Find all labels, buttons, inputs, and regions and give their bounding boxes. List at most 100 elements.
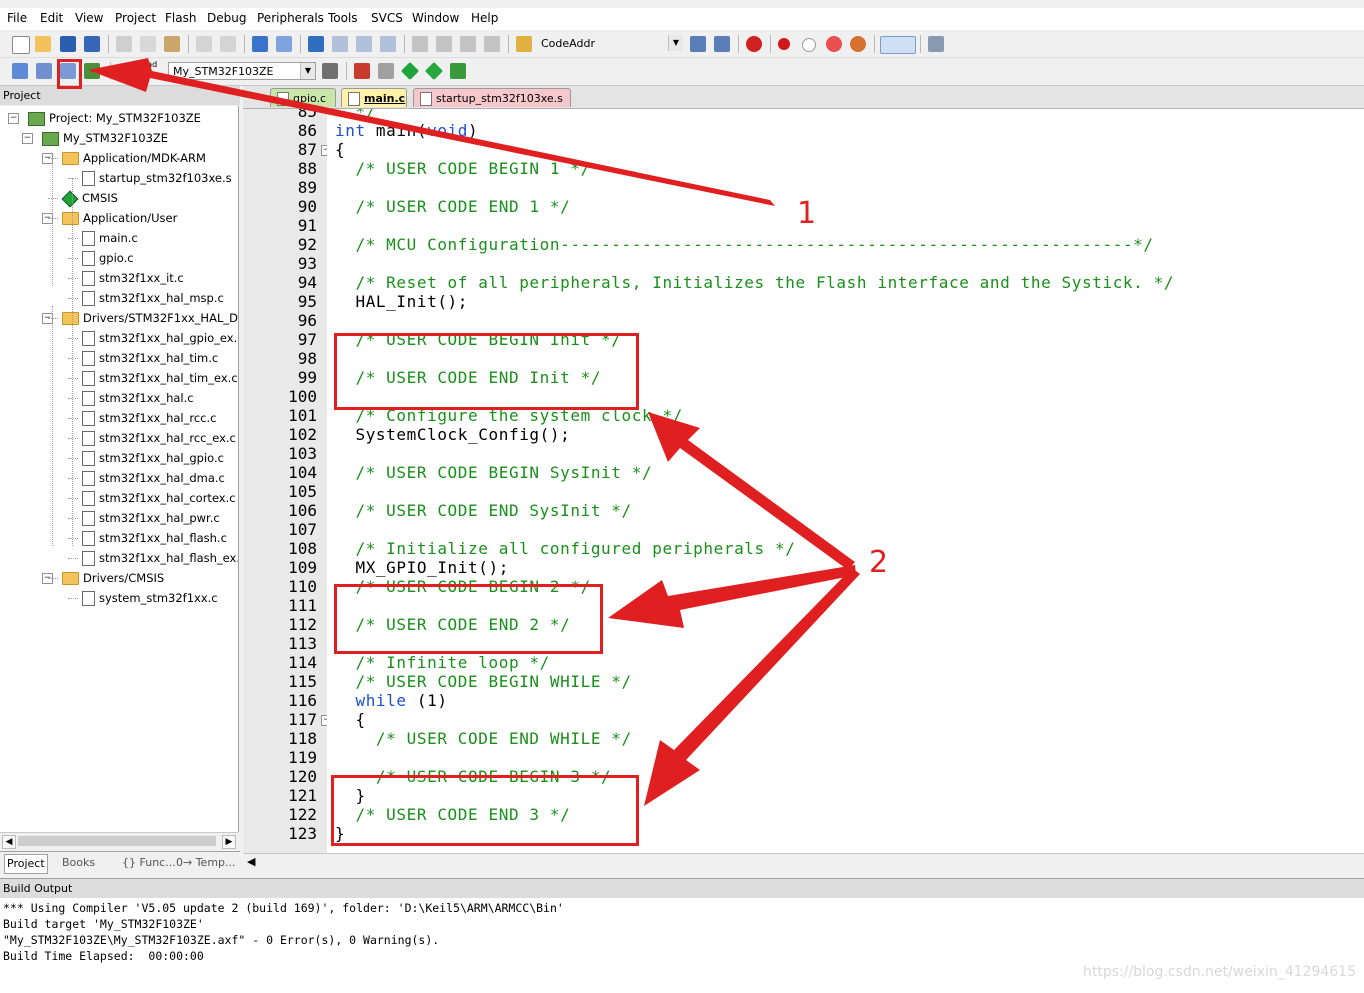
debug-start-icon[interactable]: [746, 36, 762, 52]
menu-view[interactable]: View: [75, 11, 103, 25]
tab-functions[interactable]: {} Func...: [122, 854, 176, 872]
tree-file-item[interactable]: stm32f1xx_hal_gpio.c: [82, 448, 224, 468]
breakpoint-clear-icon[interactable]: [850, 36, 866, 52]
tree-file-item[interactable]: stm32f1xx_hal_cortex.c: [82, 488, 236, 508]
tree-folder-item[interactable]: Application/User: [62, 208, 177, 228]
tree-file-item[interactable]: stm32f1xx_hal_rcc.c: [82, 408, 216, 428]
editor-tab-gpio-c[interactable]: gpio.c: [270, 88, 336, 107]
configure-icon[interactable]: [928, 36, 944, 52]
find-combo[interactable]: CodeAddr ▼: [536, 34, 684, 52]
code-line[interactable]: /* USER CODE BEGIN WHILE */: [335, 672, 632, 691]
find-in-files-icon[interactable]: [516, 36, 532, 52]
window-layout-icon[interactable]: [880, 36, 916, 54]
bookmark-icon[interactable]: [308, 36, 324, 52]
editor-tab-main-c[interactable]: main.c: [341, 88, 407, 107]
code-line[interactable]: /* Infinite loop */: [335, 653, 550, 672]
code-line[interactable]: HAL_Init();: [335, 292, 468, 311]
collapse-icon[interactable]: −: [8, 113, 19, 124]
code-line[interactable]: /* USER CODE BEGIN SysInit */: [335, 463, 652, 482]
tree-file-item[interactable]: startup_stm32f103xe.s: [82, 168, 232, 188]
tree-file-item[interactable]: stm32f1xx_hal_msp.c: [82, 288, 224, 308]
bookmark-clear-icon[interactable]: [380, 36, 396, 52]
code-line[interactable]: while (1): [335, 691, 448, 710]
manage-components-icon[interactable]: [354, 63, 370, 79]
menu-svcs[interactable]: SVCS: [371, 11, 403, 25]
tree-file-item[interactable]: stm32f1xx_hal.c: [82, 388, 194, 408]
batch-build-icon[interactable]: [84, 63, 100, 79]
select-software-packs-icon[interactable]: [450, 63, 466, 79]
nav-forward-icon[interactable]: [276, 36, 292, 52]
target-options-icon[interactable]: [322, 63, 338, 79]
menu-debug[interactable]: Debug: [207, 11, 246, 25]
menu-peripherals[interactable]: Peripherals: [257, 11, 324, 25]
tab-templates[interactable]: 0→ Temp...: [176, 854, 236, 872]
scroll-thumb[interactable]: [18, 836, 216, 846]
unindent-icon[interactable]: [436, 36, 452, 52]
undo-icon[interactable]: [196, 36, 212, 52]
tree-file-item[interactable]: stm32f1xx_hal_tim_ex.c: [82, 368, 238, 388]
open-file-icon[interactable]: [35, 36, 51, 52]
menu-edit[interactable]: Edit: [40, 11, 63, 25]
menu-help[interactable]: Help: [471, 11, 498, 25]
tree-file-item[interactable]: stm32f1xx_hal_rcc_ex.c: [82, 428, 236, 448]
editor-horizontal-scrollbar[interactable]: ◀: [243, 853, 1364, 871]
code-line[interactable]: /* Reset of all peripherals, Initializes…: [335, 273, 1174, 292]
menu-file[interactable]: File: [7, 11, 27, 25]
tree-file-item[interactable]: main.c: [82, 228, 138, 248]
tree-file-item[interactable]: stm32f1xx_hal_flash.c: [82, 528, 227, 548]
code-line[interactable]: /* USER CODE END WHILE */: [335, 729, 632, 748]
code-line[interactable]: {: [335, 710, 366, 729]
breakpoint-disable-icon[interactable]: [802, 38, 816, 52]
tree-file-item[interactable]: gpio.c: [82, 248, 134, 268]
new-file-icon[interactable]: [12, 36, 30, 54]
tree-root-item[interactable]: Project: My_STM32F103ZE: [28, 108, 201, 128]
code-line[interactable]: /* USER CODE BEGIN 1 */: [335, 159, 591, 178]
chevron-down-icon[interactable]: ▼: [300, 63, 315, 79]
menu-project[interactable]: Project: [115, 11, 156, 25]
tree-component-item[interactable]: CMSIS: [61, 188, 118, 208]
tree-target-item[interactable]: My_STM32F103ZE: [42, 128, 168, 148]
menu-tools[interactable]: Tools: [328, 11, 358, 25]
redo-icon[interactable]: [220, 36, 236, 52]
find-icon[interactable]: [690, 36, 706, 52]
code-line[interactable]: /* USER CODE END 1 */: [335, 197, 570, 216]
code-line[interactable]: SystemClock_Config();: [335, 425, 570, 444]
nav-back-icon[interactable]: [252, 36, 268, 52]
tree-file-item[interactable]: stm32f1xx_hal_dma.c: [82, 468, 225, 488]
tab-project[interactable]: Project: [4, 854, 48, 874]
tree-file-item[interactable]: stm32f1xx_hal_gpio_ex.c: [82, 328, 238, 348]
chevron-down-icon[interactable]: ▼: [668, 35, 683, 51]
save-all-icon[interactable]: [84, 36, 100, 52]
editor-tab-startup-stm32f103xe-s[interactable]: startup_stm32f103xe.s: [413, 88, 571, 107]
bookmark-prev-icon[interactable]: [332, 36, 348, 52]
copy-icon[interactable]: [140, 36, 156, 52]
breakpoint-insert-icon[interactable]: [778, 38, 790, 50]
collapse-icon[interactable]: −: [22, 133, 33, 144]
project-horizontal-scrollbar[interactable]: ◀ ▶: [0, 832, 238, 850]
comment-icon[interactable]: [460, 36, 476, 52]
bookmark-next-icon[interactable]: [356, 36, 372, 52]
tree-file-item[interactable]: stm32f1xx_hal_tim.c: [82, 348, 218, 368]
tree-file-item[interactable]: system_stm32f1xx.c: [82, 588, 218, 608]
tree-folder-item[interactable]: Drivers/CMSIS: [62, 568, 164, 588]
scroll-left-icon[interactable]: ◀: [2, 835, 16, 849]
cut-icon[interactable]: [116, 36, 132, 52]
tree-file-item[interactable]: stm32f1xx_it.c: [82, 268, 184, 288]
save-icon[interactable]: [60, 36, 76, 52]
scroll-right-icon[interactable]: ▶: [222, 835, 236, 849]
translate-icon[interactable]: [12, 63, 28, 79]
scroll-left-icon[interactable]: ◀: [247, 855, 255, 868]
code-line[interactable]: */: [335, 109, 376, 121]
build-icon[interactable]: [36, 63, 52, 79]
target-select[interactable]: My_STM32F103ZE ▼: [168, 62, 316, 80]
paste-icon[interactable]: [164, 36, 180, 52]
code-line[interactable]: MX_GPIO_Init();: [335, 558, 509, 577]
run-time-env-icon[interactable]: [400, 61, 420, 81]
indent-icon[interactable]: [412, 36, 428, 52]
project-tree[interactable]: Project: My_STM32F103ZE − My_STM32F103ZE − A…: [0, 106, 239, 832]
tree-folder-item[interactable]: Drivers/STM32F1xx_HAL_Driv: [62, 308, 238, 328]
tree-file-item[interactable]: stm32f1xx_hal_pwr.c: [82, 508, 220, 528]
tree-file-item[interactable]: stm32f1xx_hal_flash_ex.c: [82, 548, 238, 568]
tab-books[interactable]: Books: [62, 854, 95, 872]
menu-flash[interactable]: Flash: [165, 11, 196, 25]
